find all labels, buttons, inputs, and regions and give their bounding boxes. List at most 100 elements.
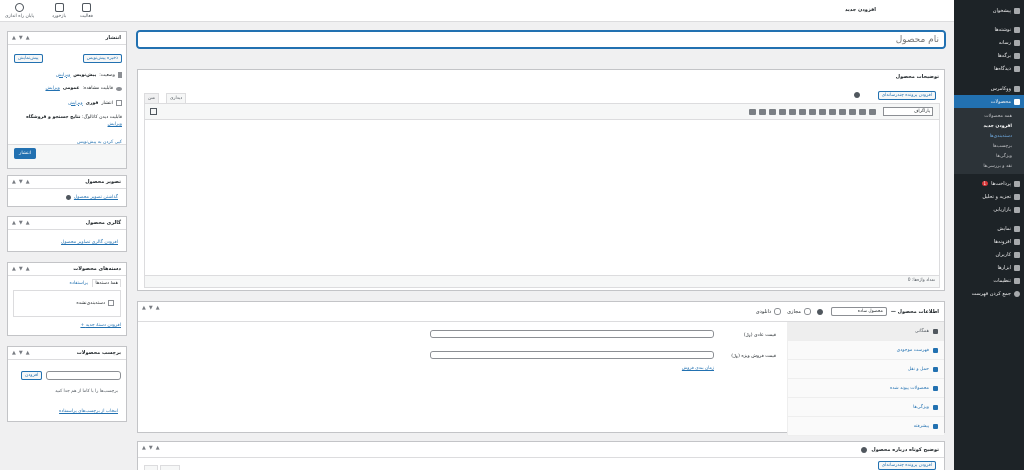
sidebar-item-tools[interactable]: ابزارها [954, 261, 1024, 274]
tab-text[interactable]: متن [144, 93, 160, 103]
virtual-checkbox[interactable] [803, 308, 811, 315]
align-right-icon[interactable] [798, 109, 806, 115]
edit-status-link[interactable]: ویرایش [56, 73, 70, 78]
choose-tags-link[interactable]: انتخاب از برچسب‌های پراستفاده [59, 409, 118, 414]
sidebar-item-products[interactable]: محصولات [954, 95, 1024, 108]
preview-button[interactable]: پیش‌نمایش [14, 54, 43, 63]
sidebar-item-posts[interactable]: نوشته‌ها [954, 23, 1024, 36]
publish-button[interactable]: انتشار [14, 148, 37, 159]
add-tag-button[interactable]: افزودن [21, 371, 43, 380]
sidebar-item-comments[interactable]: دیدگاه‌ها [954, 62, 1024, 75]
sidebar-item-settings[interactable]: تنظیمات [954, 274, 1024, 287]
tab-all-categories[interactable]: همهٔ دسته‌ها [92, 279, 121, 287]
help-icon[interactable] [816, 308, 823, 315]
page-icon [1014, 52, 1020, 59]
feedback-button[interactable]: بازخورد [52, 3, 66, 19]
product-type-select[interactable]: محصول ساده [830, 307, 887, 316]
numbered-list-icon[interactable] [778, 109, 786, 115]
box-controls[interactable]: ▲▼▲ [12, 350, 33, 356]
link-icon[interactable] [828, 109, 836, 115]
table-icon[interactable] [858, 109, 866, 115]
sidebar-item-plugins[interactable]: افزونه‌ها [954, 235, 1024, 248]
uncategorized-checkbox[interactable] [108, 300, 114, 306]
tab-attributes[interactable]: ویژگی‌ها [788, 398, 944, 417]
regular-price-input[interactable] [430, 330, 714, 338]
tab-shipping[interactable]: حمل و نقل [788, 360, 944, 379]
wrench-icon [1014, 264, 1020, 271]
tab-general[interactable]: همگانی [788, 322, 944, 341]
short-desc-add-media-button[interactable]: افزودن پرونده چندرسانه‌ای [877, 461, 936, 470]
tab-inventory[interactable]: فهرست موجودی [788, 341, 944, 360]
megaphone-icon [1014, 206, 1020, 213]
box-controls[interactable]: ▲▼▲ [12, 220, 33, 226]
help-icon[interactable] [854, 92, 860, 98]
box-controls[interactable]: ▲▼▲ [142, 445, 163, 451]
sidebar-item-dashboard[interactable]: پیشخوان [954, 4, 1024, 17]
editor-content[interactable] [145, 120, 939, 275]
settings-icon [1014, 277, 1020, 284]
italic-icon[interactable] [758, 109, 766, 115]
edit-visibility-link[interactable]: ویرایش [45, 86, 59, 91]
toolbar-toggle-icon[interactable] [848, 109, 856, 115]
box-controls[interactable]: ▲▼▲ [12, 179, 33, 185]
tags-hint: برچسب‌ها را با کاما از هم جدا کنید [55, 389, 118, 394]
submenu-categories[interactable]: دسته‌بندی‌ها [954, 131, 1024, 141]
submenu-reviews[interactable]: نقد و بررسی‌ها [954, 161, 1024, 171]
box-controls[interactable]: ▲▼▲ [12, 35, 33, 41]
collapse-menu-button[interactable]: جمع کردن فهرست [954, 287, 1024, 300]
sidebar-item-payments[interactable]: پرداخت‌ها 1 [954, 177, 1024, 190]
product-data-header: اطلاعات محصول — محصول ساده مجازی دانلودی [138, 302, 944, 322]
add-media-button[interactable]: افزودن پرونده چندرسانه‌ای [877, 91, 936, 100]
tab-linked-products[interactable]: محصولات پیوند شده [788, 379, 944, 398]
product-title-input[interactable] [137, 31, 945, 48]
tab-most-used[interactable]: پراستفاده [69, 281, 88, 286]
set-product-image-link[interactable]: گذاشتن تصویر محصول [74, 195, 118, 200]
submenu-add-new[interactable]: افزودن جدید [954, 121, 1024, 131]
save-draft-button[interactable]: ذخیره پیش‌نویس [82, 54, 122, 63]
sidebar-item-marketing[interactable]: بازاریابی [954, 203, 1024, 216]
edit-date-link[interactable]: ویرایش [68, 101, 82, 106]
help-icon[interactable] [65, 195, 71, 200]
sidebar-item-pages[interactable]: برگه‌ها [954, 49, 1024, 62]
align-center-icon[interactable] [808, 109, 816, 115]
more-icon[interactable] [838, 109, 846, 115]
fullscreen-icon[interactable] [150, 108, 157, 115]
sidebar-item-media[interactable]: رسانه [954, 36, 1024, 49]
store-setup-button[interactable]: پایان راه اندازی [5, 3, 34, 19]
format-select[interactable]: پاراگراف [883, 107, 933, 116]
downloadable-checkbox[interactable] [774, 308, 782, 315]
tab-visual[interactable]: دیداری [166, 93, 187, 103]
add-new-category-link[interactable]: + افزودن دستهٔ جدید [80, 323, 121, 328]
product-data-tabs: همگانی فهرست موجودی حمل و نقل محصولات پی… [787, 322, 944, 436]
brush-icon [1014, 225, 1020, 232]
sidebar-item-analytics[interactable]: تجزیه و تحلیل [954, 190, 1024, 203]
tab-text[interactable] [144, 465, 158, 470]
edit-catalog-link[interactable]: ویرایش [108, 122, 122, 127]
feedback-icon [54, 3, 64, 12]
tag-input[interactable] [46, 371, 121, 380]
submenu-attributes[interactable]: ویژگی‌ها [954, 151, 1024, 161]
activity-button[interactable]: فعالیت [80, 3, 93, 19]
help-icon[interactable] [861, 446, 868, 453]
product-image-box: تصویر محصول ▲▼▲ گذاشتن تصویر محصول [7, 175, 127, 207]
box-controls[interactable]: ▲▼▲ [12, 266, 33, 272]
sale-price-input[interactable] [430, 351, 714, 359]
tab-visual[interactable] [160, 465, 180, 470]
quote-icon[interactable] [788, 109, 796, 115]
box-controls[interactable]: ▲▼▲ [142, 305, 163, 311]
submenu-tags[interactable]: برچسب‌ها [954, 141, 1024, 151]
paragraph-icon[interactable] [868, 109, 876, 115]
sidebar-item-appearance[interactable]: نمایش [954, 222, 1024, 235]
top-bar: افزودن جدید فعالیت بازخورد پایان راه اند… [0, 0, 954, 22]
align-left-icon[interactable] [818, 109, 826, 115]
bullet-list-icon[interactable] [768, 109, 776, 115]
add-gallery-images-link[interactable]: افزودن گالری تصاویر محصول [61, 240, 118, 245]
submenu-all-products[interactable]: همه محصولات [954, 111, 1024, 121]
sidebar-item-woocommerce[interactable]: ووکامرس [954, 82, 1024, 95]
chart-icon [1014, 193, 1020, 200]
tab-advanced[interactable]: پیشرفته [788, 417, 944, 436]
gallery-box: گالری محصول ▲▼▲ افزودن گالری تصاویر محصو… [7, 216, 127, 252]
bold-icon[interactable] [748, 109, 756, 115]
sidebar-item-users[interactable]: کاربران [954, 248, 1024, 261]
schedule-link[interactable]: زمان بندی فروش [682, 366, 714, 371]
